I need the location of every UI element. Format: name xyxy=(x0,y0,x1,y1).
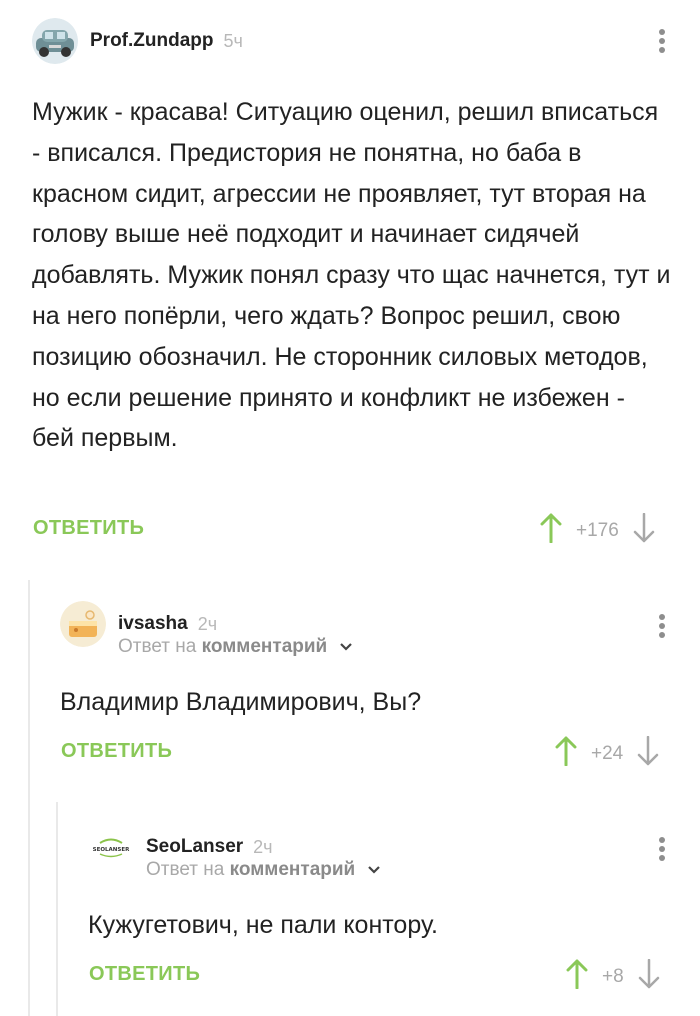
comment-text: Владимир Владимирович, Вы? xyxy=(60,688,422,716)
comment-text: Мужик - красава! Ситуацию оценил, решил … xyxy=(32,98,671,453)
upvote-arrow-icon[interactable] xyxy=(555,736,577,771)
comment-time: 2ч xyxy=(197,613,218,634)
username[interactable]: Prof.Zundapp xyxy=(90,30,213,52)
kebab-menu-icon[interactable] xyxy=(658,837,666,864)
comment-score: +176 xyxy=(576,519,619,541)
kebab-menu-icon[interactable] xyxy=(658,614,666,641)
thread-line-level-1 xyxy=(28,580,30,1016)
reply-to-link[interactable]: Ответ на комментарий xyxy=(146,859,381,881)
svg-text:SEOLANSER: SEOLANSER xyxy=(93,847,130,853)
comment-time: 5ч xyxy=(223,30,243,51)
chevron-down-icon[interactable] xyxy=(367,859,381,881)
chevron-down-icon[interactable] xyxy=(339,636,353,658)
comment-score: +8 xyxy=(602,965,624,987)
reply-button[interactable]: ОТВЕТИТЬ xyxy=(33,517,144,540)
reply-prefix: Ответ на xyxy=(118,636,197,658)
reply-button[interactable]: ОТВЕТИТЬ xyxy=(61,740,172,763)
downvote-arrow-icon[interactable] xyxy=(637,735,659,771)
upvote-arrow-icon[interactable] xyxy=(566,959,588,994)
thread-line-level-2 xyxy=(56,802,58,1016)
reply-target: комментарий xyxy=(201,636,328,658)
upvote-arrow-icon[interactable] xyxy=(540,513,562,548)
username[interactable]: SeoLanser xyxy=(146,836,243,858)
username[interactable]: ivsasha xyxy=(118,613,188,635)
seolanser-logo-avatar[interactable]: SEOLANSER xyxy=(88,824,134,870)
downvote-arrow-icon[interactable] xyxy=(633,512,655,548)
downvote-arrow-icon[interactable] xyxy=(638,958,660,994)
reply-prefix: Ответ на xyxy=(146,859,225,881)
reply-target: комментарий xyxy=(229,859,356,881)
car-avatar[interactable] xyxy=(32,18,78,64)
kebab-menu-icon[interactable] xyxy=(658,29,666,56)
comment-text: Кужугетович, не пали контору. xyxy=(88,911,438,939)
cake-avatar[interactable] xyxy=(60,601,106,647)
comment-time: 2ч xyxy=(253,836,273,857)
reply-to-link[interactable]: Ответ на комментарий xyxy=(118,636,353,658)
comment-score: +24 xyxy=(591,742,624,764)
reply-button[interactable]: ОТВЕТИТЬ xyxy=(89,963,200,986)
